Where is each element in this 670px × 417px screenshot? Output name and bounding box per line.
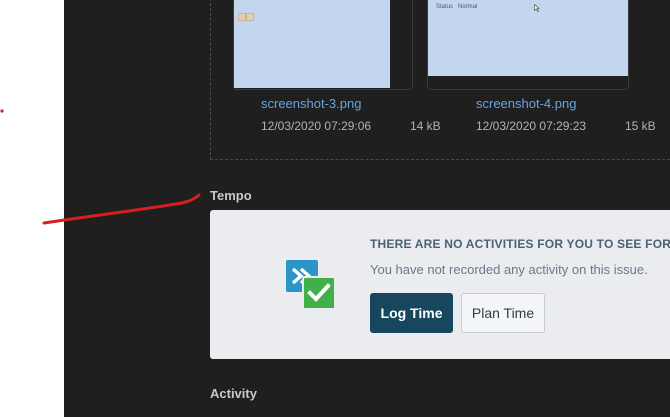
thumbnail-normal-text: Normal — [458, 4, 478, 10]
tempo-empty-message: You have not recorded any activity on th… — [370, 262, 648, 277]
attachments-area: screenshot-3.png 12/03/2020 07:29:06 14 … — [210, 0, 670, 160]
left-margin — [0, 0, 64, 417]
activity-section-title: Activity — [210, 386, 257, 401]
thumbnail-status-text: Status — [436, 4, 454, 10]
attachment-thumbnail-frame[interactable] — [233, 0, 413, 90]
tempo-section-title: Tempo — [210, 188, 252, 203]
thumbnail-detail — [246, 13, 254, 21]
attachment-date: 12/03/2020 07:29:23 — [476, 119, 587, 133]
attachment-filename[interactable]: screenshot-4.png — [476, 96, 576, 111]
tempo-logo-icon — [286, 260, 336, 310]
attachment-size: 14 kB — [410, 119, 441, 133]
attachment-filename[interactable]: screenshot-3.png — [261, 96, 361, 111]
attachment-thumbnail[interactable]: Status Normal — [428, 0, 628, 76]
attachment-thumbnail-frame[interactable]: Status Normal — [427, 0, 629, 90]
cursor-icon — [534, 4, 540, 12]
attachment-thumbnail[interactable] — [234, 0, 390, 88]
attachment-date: 12/03/2020 07:29:06 — [261, 119, 372, 133]
tempo-panel: THERE ARE NO ACTIVITIES FOR YOU TO SEE F… — [210, 210, 670, 359]
attachment-size: 15 kB — [625, 119, 656, 133]
plan-time-button[interactable]: Plan Time — [461, 293, 545, 333]
tempo-empty-heading: THERE ARE NO ACTIVITIES FOR YOU TO SEE F… — [370, 237, 670, 251]
log-time-button[interactable]: Log Time — [370, 293, 453, 333]
thumbnail-detail — [238, 13, 246, 21]
